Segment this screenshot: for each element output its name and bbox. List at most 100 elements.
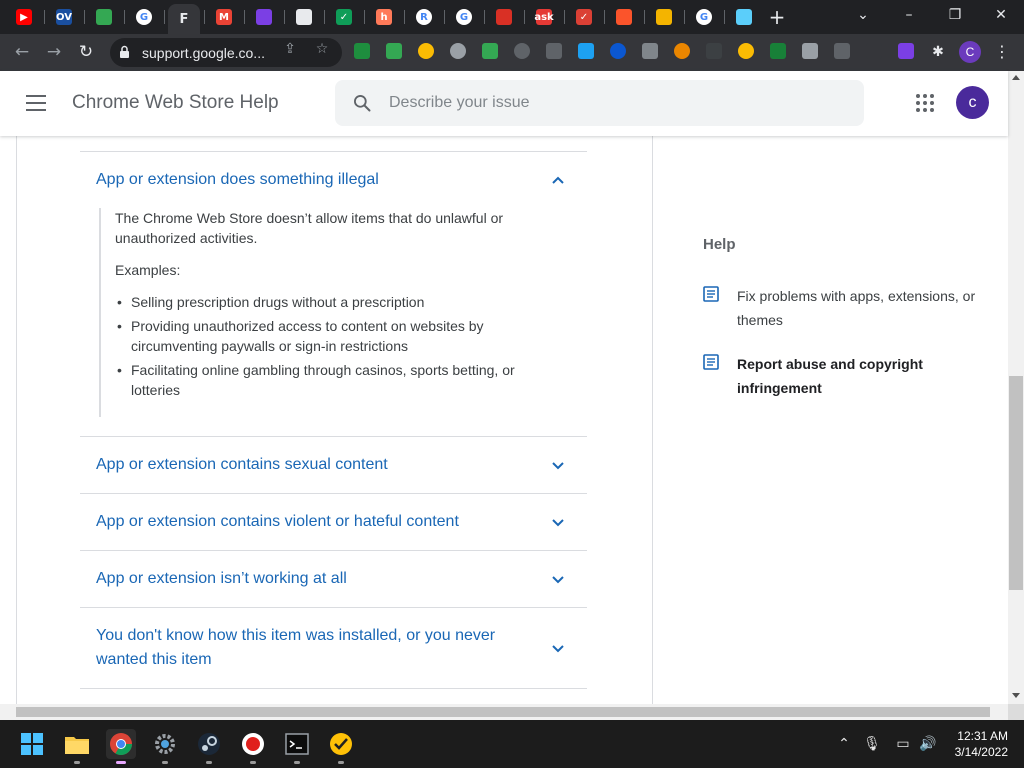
tab-separator [484, 10, 485, 24]
tab-search-icon[interactable]: ⌄ [840, 0, 886, 30]
browser-tab[interactable]: ask [528, 4, 560, 30]
accordion-title-unknown-install[interactable]: You don't know how this item was install… [96, 624, 526, 672]
help-link-report-abuse[interactable]: Report abuse and copyright infringement [703, 352, 993, 400]
volume-icon[interactable]: 🔊 [918, 734, 938, 754]
browser-tab[interactable] [648, 4, 680, 30]
vertical-scrollbar[interactable] [1008, 71, 1024, 704]
browser-tab[interactable] [488, 4, 520, 30]
accordion-title-violent[interactable]: App or extension contains violent or hat… [96, 510, 526, 534]
browser-tab[interactable] [248, 4, 280, 30]
search-icon[interactable] [352, 93, 372, 113]
record-icon[interactable] [238, 729, 268, 764]
lock-icon[interactable] [119, 45, 130, 59]
scrollbar-thumb[interactable] [16, 707, 990, 717]
new-tab-icon[interactable]: + [766, 6, 788, 28]
file-explorer-icon[interactable] [62, 729, 92, 764]
extension-icon[interactable] [674, 43, 690, 59]
steam-icon[interactable] [194, 729, 224, 764]
scroll-up-icon[interactable] [1012, 75, 1020, 80]
show-hidden-icons-chevron-icon[interactable]: ⌃ [834, 734, 854, 754]
browser-tab[interactable]: R [408, 4, 440, 30]
browser-tab[interactable]: F [168, 4, 200, 34]
minimize-icon[interactable]: – [886, 0, 932, 30]
reload-icon[interactable]: ↻ [74, 40, 98, 64]
extension-icon[interactable] [770, 43, 786, 59]
system-clock[interactable]: 12:31 AM 3/14/2022 [940, 728, 1008, 760]
vpn-icon[interactable] [610, 43, 626, 59]
restore-icon[interactable]: ❐ [932, 0, 978, 30]
extension-icon[interactable] [546, 43, 562, 59]
extension-icon[interactable] [866, 43, 882, 59]
chevron-up-icon[interactable] [550, 172, 566, 188]
address-bar[interactable]: support.google.co... [110, 38, 342, 67]
browser-tab[interactable]: M [208, 4, 240, 30]
browser-tab[interactable]: ✓ [568, 4, 600, 30]
profile-avatar[interactable]: C [959, 41, 981, 63]
accordion-title-sexual[interactable]: App or extension contains sexual content [96, 453, 526, 477]
bookmark-star-icon[interactable]: ☆ [313, 40, 331, 58]
browser-tab[interactable]: G [128, 4, 160, 30]
extension-icon[interactable] [802, 43, 818, 59]
scroll-down-icon[interactable] [1012, 693, 1020, 698]
search-input[interactable] [389, 80, 849, 126]
extension-icon[interactable] [898, 43, 914, 59]
scrollbar-thumb[interactable] [1009, 376, 1023, 590]
extension-icon[interactable] [578, 43, 594, 59]
microphone-icon[interactable]: 🎙 [862, 734, 882, 754]
google-apps-icon[interactable] [916, 94, 934, 112]
search-box[interactable] [335, 80, 864, 126]
page-content: App or extension does something illegal … [0, 136, 1008, 704]
chevron-down-icon[interactable] [550, 571, 566, 587]
extension-icon[interactable] [386, 43, 402, 59]
extension-icon[interactable] [514, 43, 530, 59]
browser-tab[interactable] [88, 4, 120, 30]
help-link-label[interactable]: Fix problems with apps, extensions, or t… [737, 284, 993, 332]
settings-icon[interactable] [150, 729, 180, 764]
extension-icon[interactable] [834, 43, 850, 59]
messages-icon [96, 9, 112, 25]
browser-tab[interactable] [288, 4, 320, 30]
back-arrow-icon[interactable]: ← [10, 40, 34, 64]
windows-start-icon[interactable] [17, 729, 47, 759]
accordion-divider [80, 688, 587, 689]
browser-tab[interactable]: ✓ [328, 4, 360, 30]
chrome-icon[interactable] [106, 729, 136, 764]
help-link-fix-problems[interactable]: Fix problems with apps, extensions, or t… [703, 284, 993, 332]
chrome-menu-icon[interactable]: ⋮ [994, 42, 1010, 62]
chevron-down-icon[interactable] [550, 457, 566, 473]
list-item: Facilitating online gambling through cas… [115, 360, 539, 400]
extension-icon[interactable] [706, 43, 722, 59]
list-item: Providing unauthorized access to content… [115, 316, 539, 356]
norton-icon[interactable] [326, 729, 356, 764]
extension-icon[interactable] [354, 43, 370, 59]
scrollbar-corner [1008, 704, 1024, 720]
extension-icon[interactable] [642, 43, 658, 59]
extension-icon[interactable] [418, 43, 434, 59]
puzzle-extensions-icon[interactable]: ✱ [930, 43, 946, 59]
extension-icon[interactable] [738, 43, 754, 59]
extension-icon[interactable] [482, 43, 498, 59]
extension-icon[interactable] [450, 43, 466, 59]
browser-tab[interactable] [728, 4, 760, 30]
browser-tab[interactable]: ▶ [8, 4, 40, 30]
terminal-icon[interactable] [282, 729, 312, 764]
help-link-label[interactable]: Report abuse and copyright infringement [737, 352, 993, 400]
network-icon[interactable]: ▭ [893, 734, 913, 754]
horizontal-scrollbar[interactable] [0, 704, 1008, 720]
hamburger-menu-icon[interactable] [26, 95, 46, 111]
browser-tab[interactable]: G [448, 4, 480, 30]
url-text[interactable]: support.google.co... [142, 45, 265, 61]
forward-arrow-icon[interactable]: → [42, 40, 66, 64]
share-icon[interactable]: ⇪ [281, 40, 299, 58]
account-avatar[interactable]: c [956, 86, 989, 119]
close-window-icon[interactable]: ✕ [978, 0, 1024, 30]
accordion-title-illegal[interactable]: App or extension does something illegal [96, 168, 526, 192]
site-title[interactable]: Chrome Web Store Help [72, 92, 279, 114]
chevron-down-icon[interactable] [550, 640, 566, 656]
browser-tab[interactable]: OV [48, 4, 80, 30]
browser-tab[interactable] [608, 4, 640, 30]
accordion-title-not-working[interactable]: App or extension isn’t working at all [96, 567, 526, 591]
browser-tab[interactable]: G [688, 4, 720, 30]
browser-tab[interactable]: h [368, 4, 400, 30]
chevron-down-icon[interactable] [550, 514, 566, 530]
